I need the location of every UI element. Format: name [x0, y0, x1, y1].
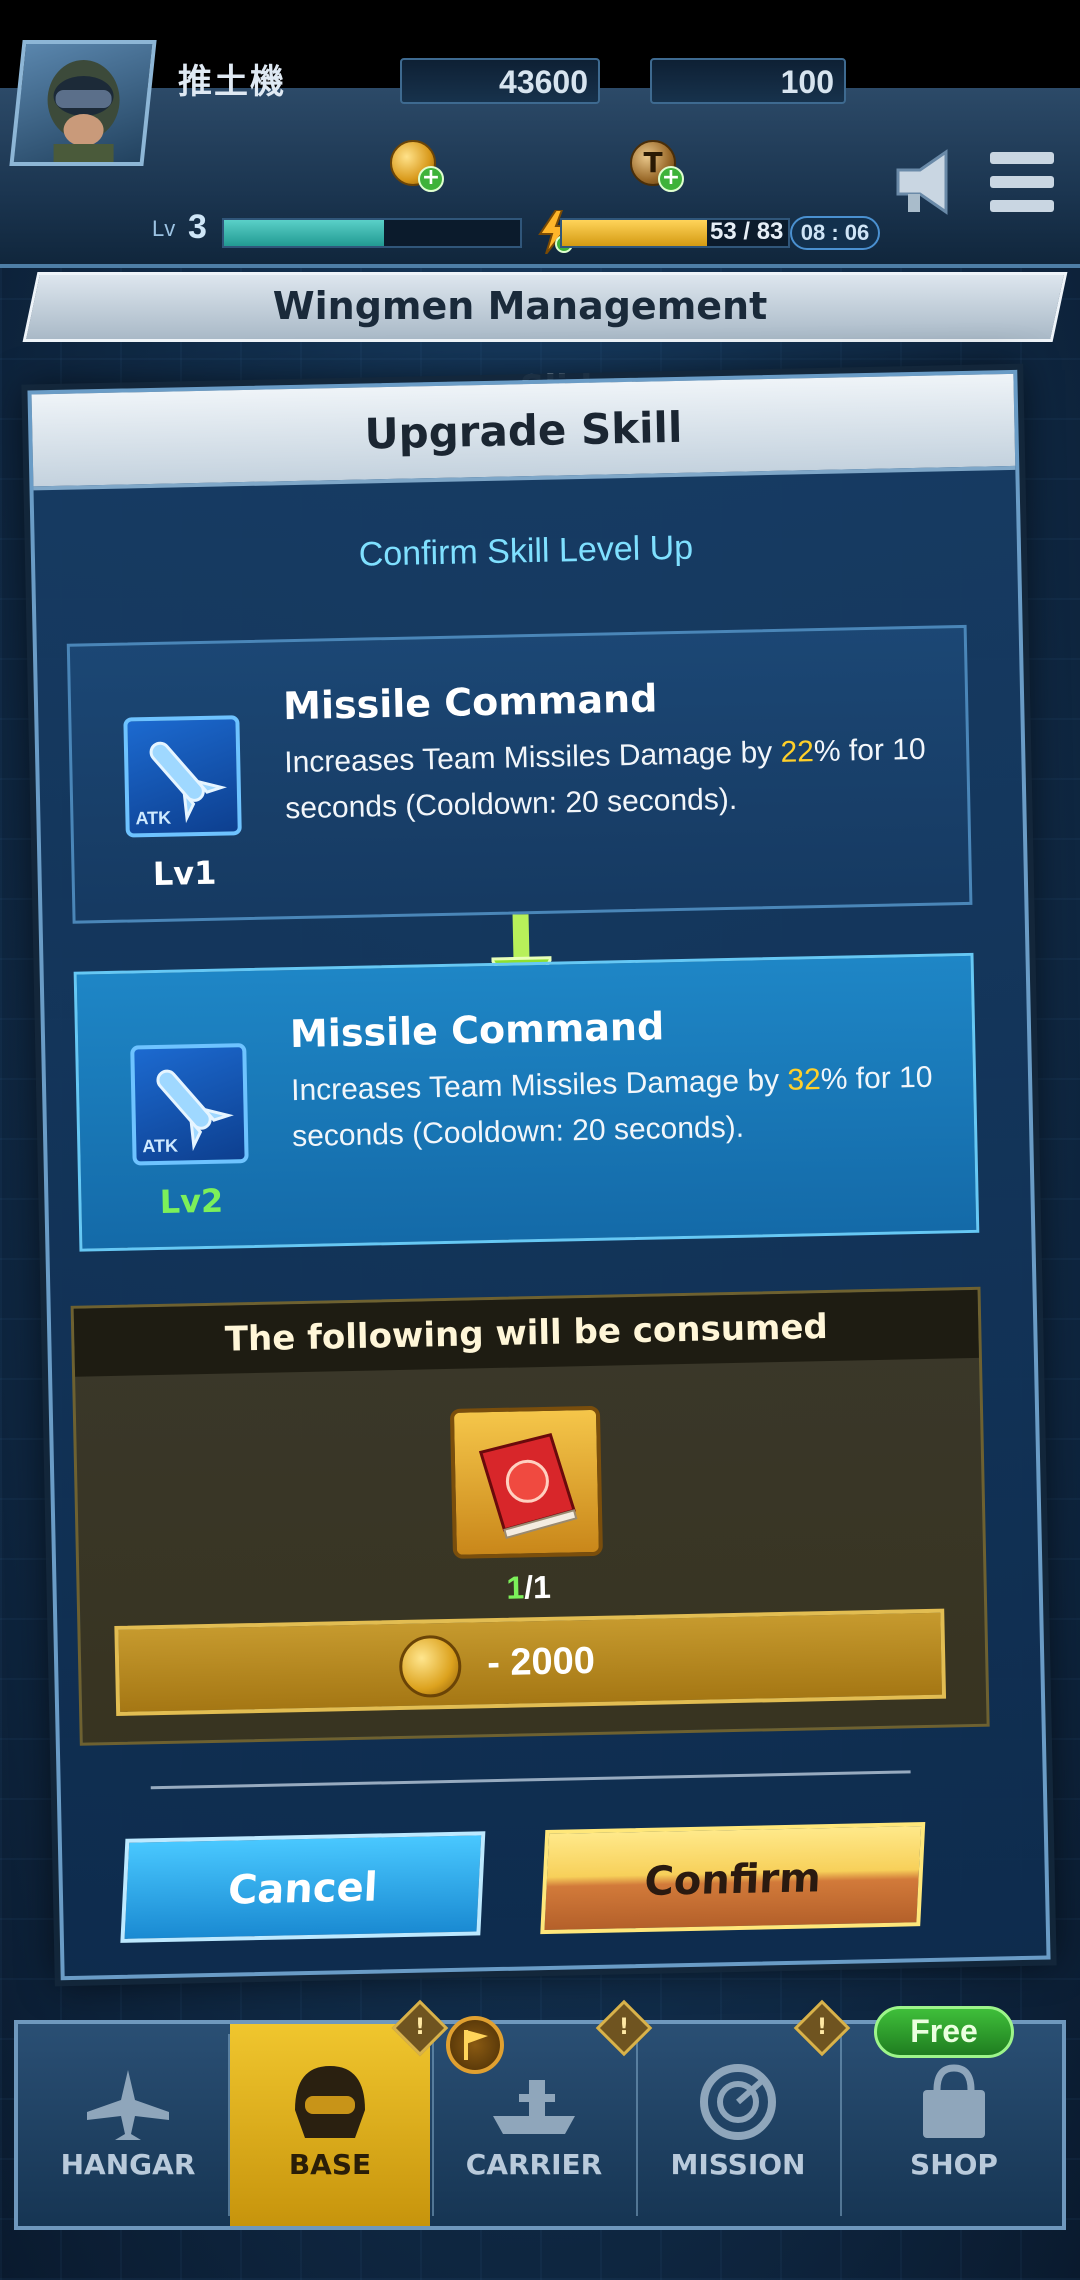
cancel-button[interactable]: Cancel [120, 1831, 486, 1943]
shopping-bag-icon [923, 2064, 985, 2138]
upgrade-skill-dialog: Upgrade Skill Confirm Skill Level Up ATK… [27, 369, 1051, 1981]
consumption-header: The following will be consumed [73, 1289, 979, 1377]
token-counter[interactable]: 100 [650, 58, 846, 104]
nav-mission[interactable]: MISSION [638, 2024, 838, 2226]
nav-base[interactable]: BASE [230, 2024, 430, 2226]
nav-label: CARRIER [465, 2148, 603, 2181]
add-gold-icon[interactable]: + [418, 166, 444, 192]
gold-cost: - 2000 [486, 1639, 596, 1685]
next-skill-value: 32 [787, 1063, 822, 1097]
xp-bar-fill [224, 220, 384, 246]
dialog-subtitle: Confirm Skill Level Up [358, 528, 694, 574]
current-skill-description: Increases Team Missiles Damage by 22% fo… [284, 727, 936, 833]
flag-icon [446, 2016, 504, 2074]
dialog-title: Upgrade Skill [364, 402, 683, 459]
gold-cost-bar: - 2000 [114, 1608, 947, 1716]
gold-counter[interactable]: 43600 [400, 58, 600, 104]
nav-hangar[interactable]: HANGAR [28, 2024, 228, 2226]
skill-book-item[interactable] [449, 1405, 603, 1559]
xp-bar [222, 218, 522, 248]
carrier-icon [493, 2080, 575, 2134]
megaphone-icon[interactable] [880, 130, 970, 230]
alert-mark: ! [816, 2015, 828, 2040]
player-name: 推土機 [178, 62, 286, 102]
player-level: 3 [188, 208, 207, 246]
missile-skill-icon: ATK [123, 715, 242, 838]
gold-value: 43600 [499, 64, 588, 100]
energy-value: 53 / 83 [710, 218, 784, 245]
alert-mark: ! [414, 2015, 426, 2040]
item-required: /1 [523, 1568, 552, 1606]
dialog-header: Upgrade Skill [31, 373, 1016, 491]
level-prefix: Lv [152, 216, 176, 241]
token-value: 100 [780, 64, 834, 100]
atk-tag: ATK [142, 1135, 179, 1157]
skill-book-icon [478, 1433, 578, 1539]
desc-text: Increases Team Missiles Damage by [290, 1063, 788, 1108]
confirm-button[interactable]: Confirm [540, 1822, 926, 1935]
nav-label: SHOP [910, 2148, 998, 2181]
nav-label: MISSION [670, 2148, 806, 2181]
add-token-icon[interactable]: + [658, 166, 684, 192]
helmet-icon [295, 2066, 365, 2138]
current-skill-level: Lv1 [152, 853, 217, 894]
atk-tag: ATK [135, 807, 172, 829]
energy-timer: 08 : 06 [790, 216, 880, 250]
nav-label: BASE [288, 2148, 372, 2181]
flag-glyph [464, 2030, 488, 2060]
next-skill-level: Lv2 [159, 1181, 224, 1221]
consumption-panel: The following will be consumed 1/1 - 200… [70, 1286, 990, 1746]
item-owned: 1 [506, 1569, 525, 1606]
free-badge[interactable]: Free [874, 2006, 1014, 2058]
current-skill-value: 22 [780, 735, 815, 769]
current-skill-card: ATK Lv1 Missile Command Increases Team M… [66, 624, 973, 924]
next-skill-name: Missile Command [289, 1004, 665, 1057]
consumption-title: The following will be consumed [224, 1306, 829, 1360]
alert-mark: ! [618, 2015, 630, 2040]
radar-icon [700, 2064, 776, 2140]
energy-bar-fill [562, 220, 707, 246]
avatar [47, 60, 120, 162]
plane-icon [87, 2070, 169, 2140]
gold-coin-icon [398, 1634, 462, 1699]
nav-separator [840, 2034, 842, 2216]
current-skill-name: Missile Command [282, 676, 658, 729]
page-title: Wingmen Management [272, 284, 768, 328]
avatar-frame[interactable] [9, 40, 157, 166]
desc-text: Increases Team Missiles Damage by [283, 735, 781, 780]
menu-icon[interactable] [978, 130, 1068, 230]
next-skill-description: Increases Team Missiles Damage by 32% fo… [291, 1055, 943, 1161]
next-skill-card: ATK Lv2 Missile Command Increases Team M… [73, 952, 980, 1252]
divider [150, 1770, 911, 1790]
missile-skill-icon: ATK [130, 1043, 249, 1166]
nav-label: HANGAR [60, 2148, 196, 2181]
item-count: 1/1 [453, 1568, 604, 1608]
